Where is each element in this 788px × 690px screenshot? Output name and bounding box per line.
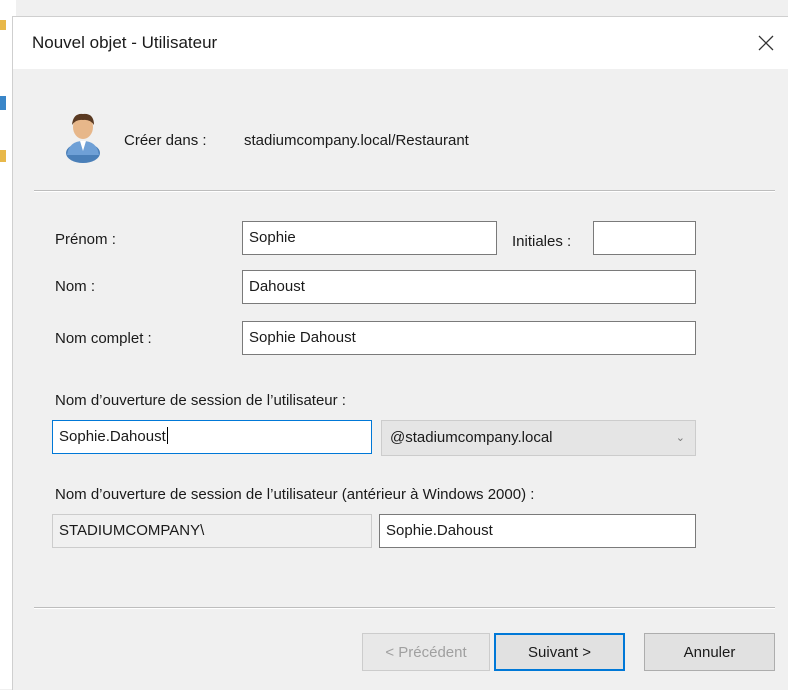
create-in-path: stadiumcompany.local/Restaurant: [244, 132, 469, 149]
initials-field[interactable]: [593, 221, 696, 255]
title-bar: Nouvel objet - Utilisateur: [13, 17, 788, 69]
text-caret: [166, 427, 168, 444]
logon-name-label: Nom d’ouverture de session de l’utilisat…: [55, 392, 346, 409]
pre2000-logon-field[interactable]: Sophie.Dahoust: [379, 514, 696, 548]
close-icon: [758, 35, 774, 51]
last-name-field[interactable]: Dahoust: [242, 270, 696, 304]
last-name-label: Nom :: [55, 278, 96, 295]
user-icon: [66, 113, 100, 163]
domain-suffix-dropdown[interactable]: @stadiumcompany.local ⌄: [381, 420, 696, 456]
logon-name-value: Sophie.Dahoust: [59, 428, 166, 445]
cancel-button[interactable]: Annuler: [644, 633, 775, 671]
pre2000-logon-label: Nom d’ouverture de session de l’utilisat…: [55, 486, 535, 503]
first-name-label: Prénom :: [55, 231, 116, 248]
previous-button[interactable]: < Précédent: [362, 633, 490, 671]
header-separator: [34, 190, 775, 192]
create-in-label: Créer dans :: [124, 132, 207, 149]
domain-suffix-value: @stadiumcompany.local: [390, 429, 553, 446]
new-user-dialog: Nouvel objet - Utilisateur Créer dans : …: [12, 16, 788, 690]
chevron-down-icon: ⌄: [675, 432, 685, 444]
netbios-domain-field: STADIUMCOMPANY\: [52, 514, 372, 548]
dialog-title: Nouvel objet - Utilisateur: [32, 33, 218, 52]
initials-label: Initiales :: [512, 233, 572, 250]
first-name-field[interactable]: Sophie: [242, 221, 497, 255]
next-button[interactable]: Suivant >: [494, 633, 625, 671]
full-name-label: Nom complet :: [55, 330, 152, 347]
close-button[interactable]: [743, 17, 788, 69]
logon-name-field[interactable]: Sophie.Dahoust: [52, 420, 372, 454]
background-folder-icon: [0, 150, 6, 162]
footer-separator: [34, 607, 775, 609]
background-folder-icon: [0, 20, 6, 30]
full-name-field[interactable]: Sophie Dahoust: [242, 321, 696, 355]
background-toolbar-icon: [0, 96, 6, 110]
